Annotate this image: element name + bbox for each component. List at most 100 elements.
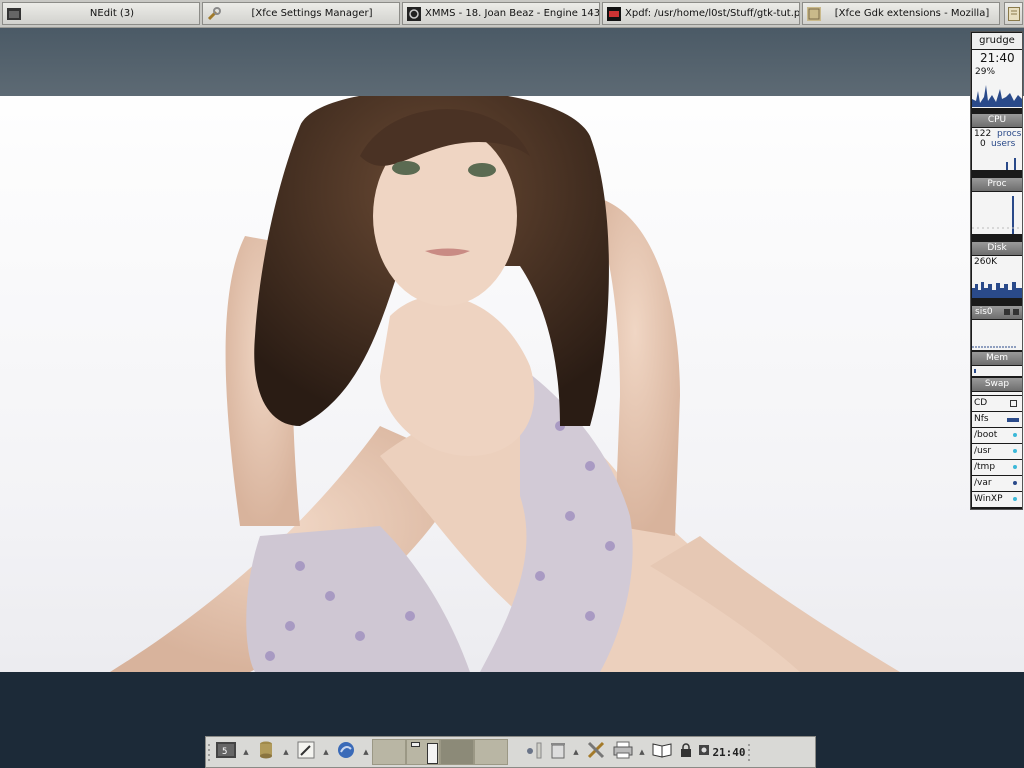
mount-row-cd[interactable]: CD: [972, 396, 1022, 411]
task-button-xpdf[interactable]: Xpdf: /usr/home/l0st/Stuff/gtk-tut.pdf: [602, 2, 800, 25]
launcher-menu-arrow[interactable]: ▲: [320, 739, 332, 765]
task-label: [Xfce Gdk extensions - Mozilla]: [834, 8, 990, 19]
mount-status-icon: [1013, 481, 1017, 485]
gkrellm-disk-header: Disk: [972, 242, 1022, 255]
terminal-icon: [6, 6, 22, 22]
gkrellm-clock-panel: 21:40 29%: [972, 50, 1022, 108]
procs-count: 122: [974, 129, 992, 139]
mount-status-icon: [1013, 433, 1017, 437]
task-button-nedit[interactable]: NEdit (3): [2, 2, 200, 25]
wrench-icon: [206, 6, 222, 22]
settings-launcher-button[interactable]: [582, 739, 610, 765]
help-launcher-button[interactable]: [648, 739, 676, 765]
book-icon: [652, 742, 672, 762]
mount-row-tmp[interactable]: /tmp: [972, 460, 1022, 475]
gkrellm-swap-header: Swap: [972, 378, 1022, 391]
gkrellm-hostname: grudge: [972, 33, 1022, 49]
top-taskbar: NEdit (3) [Xfce Settings Manager] XMMS -…: [0, 0, 1024, 28]
window-thumbnail: [427, 743, 438, 764]
volume-icon: [525, 741, 543, 763]
mount-status-icon: [1013, 465, 1017, 469]
tools-icon: [586, 740, 606, 764]
mount-row-usr[interactable]: /usr: [972, 444, 1022, 459]
workspace-4-button[interactable]: [474, 739, 508, 765]
window-thumbnail: [411, 742, 420, 747]
lock-icon: [680, 743, 692, 761]
proc-graph: [972, 196, 1022, 234]
swap-meter: [972, 392, 1022, 395]
gkrellm-proc-panel: [972, 192, 1022, 234]
net-interface-label: sis0: [975, 307, 993, 317]
mount-label: /boot: [974, 430, 998, 440]
workspace-1-button[interactable]: [372, 739, 406, 765]
gkrellm-net-header: sis0: [972, 306, 1022, 319]
gkrellm-net-panel: [972, 320, 1022, 350]
mount-label: /usr: [974, 446, 992, 456]
task-label: XMMS - 18. Joan Beaz - Engine 143 (3: [425, 8, 599, 19]
desktop-background-top: [0, 28, 1024, 96]
procs-label: procs: [997, 129, 1022, 139]
pdf-icon: [606, 6, 622, 22]
mount-label: WinXP: [974, 494, 1003, 504]
users-count: 0: [980, 139, 986, 149]
mount-label: /var: [974, 478, 992, 488]
gkrellm-monitor[interactable]: grudge 21:40 29% CPU 122 procs 0 users P…: [970, 31, 1023, 510]
browser-launcher-button[interactable]: [332, 739, 360, 765]
mount-label: CD: [974, 398, 988, 408]
files-launcher-button[interactable]: [252, 739, 280, 765]
mount-status-icon: [1013, 497, 1017, 501]
panel-spacer: [508, 739, 522, 765]
gkrellm-disk-panel: 260K: [972, 256, 1022, 298]
printer-icon: [613, 741, 633, 763]
window-list-icon: [1006, 6, 1022, 22]
panel-handle-right[interactable]: [746, 739, 752, 765]
gkrellm-cpu-panel: 122 procs 0 users: [972, 128, 1022, 170]
workspace-3-button[interactable]: [440, 739, 474, 765]
cpu-graph: [1006, 158, 1016, 170]
gkrellm-load: 29%: [975, 67, 996, 77]
mount-label: /tmp: [974, 462, 996, 472]
launcher-menu-arrow[interactable]: ▲: [240, 739, 252, 765]
launcher-menu-arrow[interactable]: ▲: [280, 739, 292, 765]
panel-clock[interactable]: 21:40: [712, 739, 746, 765]
mount-row-boot[interactable]: /boot: [972, 428, 1022, 443]
editor-launcher-button[interactable]: [292, 739, 320, 765]
task-label: Xpdf: /usr/home/l0st/Stuff/gtk-tut.pdf: [625, 8, 799, 19]
mozilla-icon: [806, 6, 822, 22]
launcher-menu-arrow[interactable]: ▲: [570, 739, 582, 765]
gkrellm-cpu-header: CPU: [972, 114, 1022, 127]
mount-label: Nfs: [974, 414, 989, 424]
terminal-launcher-button[interactable]: 5: [212, 739, 240, 765]
launcher-menu-arrow[interactable]: ▲: [636, 739, 648, 765]
workspace-2-button[interactable]: [406, 739, 440, 765]
printer-launcher-button[interactable]: [610, 739, 636, 765]
mozilla-icon: [336, 740, 356, 764]
bottom-panel: 5 ▲ ▲ ▲ ▲ ▲ ▲ 21:40: [205, 736, 816, 768]
task-button-mozilla[interactable]: [Xfce Gdk extensions - Mozilla]: [802, 2, 1000, 25]
mount-row-nfs[interactable]: Nfs: [972, 412, 1022, 427]
power-icon: [698, 744, 710, 760]
lock-screen-button[interactable]: [676, 739, 696, 765]
trash-launcher-button[interactable]: [546, 739, 570, 765]
xmms-icon: [406, 6, 422, 22]
mount-button-icon[interactable]: [1010, 400, 1017, 407]
task-button-settings-manager[interactable]: [Xfce Settings Manager]: [202, 2, 400, 25]
mount-row-winxp[interactable]: WinXP: [972, 492, 1022, 507]
task-list-menu-button[interactable]: [1004, 2, 1023, 25]
net-rx-led-icon: [1004, 309, 1010, 315]
gkrellm-clock: 21:40: [980, 51, 1015, 65]
mem-bar: [974, 369, 976, 373]
logout-button[interactable]: [696, 739, 712, 765]
desktop-wallpaper-photo: [0, 96, 1024, 672]
launcher-menu-arrow[interactable]: ▲: [360, 739, 372, 765]
mount-status-icon: [1007, 418, 1019, 422]
task-button-xmms[interactable]: XMMS - 18. Joan Beaz - Engine 143 (3: [402, 2, 600, 25]
mem-meter: [972, 366, 1022, 376]
users-label: users: [991, 139, 1016, 149]
mixer-button[interactable]: [522, 739, 546, 765]
mount-row-var[interactable]: /var: [972, 476, 1022, 491]
disk-value: 260K: [974, 257, 998, 267]
gkrellm-mem-header: Mem: [972, 352, 1022, 365]
task-label: NEdit (3): [89, 8, 135, 19]
load-graph: [972, 85, 1022, 107]
